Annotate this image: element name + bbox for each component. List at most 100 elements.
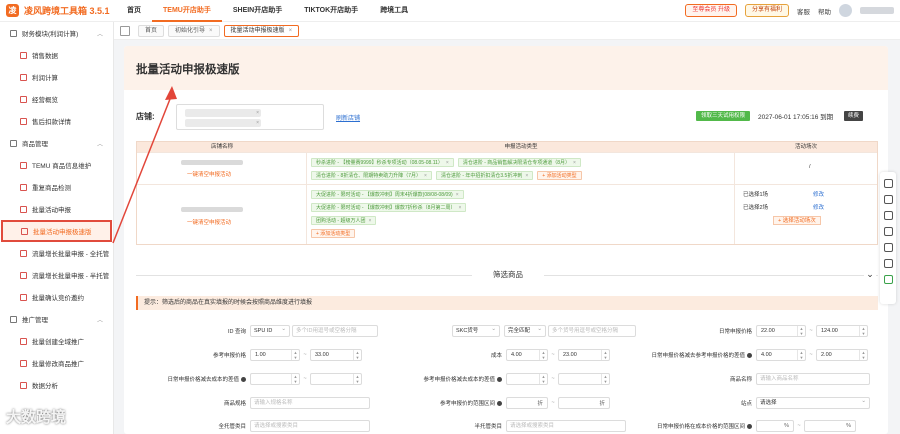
close-icon[interactable]: × [525, 173, 528, 179]
close-icon[interactable]: × [289, 28, 293, 34]
sidebar-item-batch-activity-fast[interactable]: 批量活动申报极速版 [1, 220, 112, 242]
daily-cost-diff-min[interactable]: ▲ ▼ [250, 373, 300, 385]
qrcode-icon[interactable] [883, 227, 893, 236]
ratio-max-input[interactable]: % [804, 420, 856, 432]
stepper-icon[interactable]: ▲ ▼ [859, 350, 867, 360]
diff-max-input[interactable]: 2.00 ▲ ▼ [816, 349, 868, 361]
activity-chip[interactable]: 团购活动 - 超级万人团 × [311, 216, 377, 225]
wechat-icon[interactable] [883, 195, 893, 204]
skc-type-select[interactable]: SKC货号 [452, 324, 500, 337]
close-icon[interactable]: × [573, 160, 576, 166]
help-icon[interactable] [241, 377, 246, 382]
spec-input[interactable]: 请输入规格名称 [250, 397, 370, 409]
help-icon[interactable] [747, 424, 752, 429]
diff-min-input[interactable]: 4.00 ▲ ▼ [756, 349, 806, 361]
full-category-input[interactable]: 请选择或搜索类目 [250, 420, 370, 432]
skc-match-select[interactable]: 完全匹配 [504, 324, 546, 337]
stepper-icon[interactable]: ▲ ▼ [353, 350, 361, 360]
sidebar-item-duplicate[interactable]: 重复商品检测 [0, 176, 113, 198]
refresh-store-link[interactable]: 刷新店铺 [336, 113, 360, 122]
stepper-icon[interactable]: ▲ ▼ [797, 350, 805, 360]
stepper-icon[interactable]: ▲ ▼ [539, 374, 547, 384]
member-upgrade-button[interactable]: 至尊会员 升级 [685, 4, 737, 17]
trial-button[interactable]: 领取三天试用权限 [696, 111, 751, 121]
clear-activity-link[interactable]: 一键清空申报活动 [187, 218, 231, 226]
stepper-icon[interactable]: ▲ ▼ [797, 326, 805, 336]
stepper-icon[interactable]: ▲ ▼ [291, 350, 299, 360]
sidebar-item-sales[interactable]: 销售数据 [0, 44, 113, 66]
close-icon[interactable]: × [456, 192, 459, 198]
close-icon[interactable]: × [424, 173, 427, 179]
sidebar-item-profit[interactable]: 利润计算 [0, 66, 113, 88]
sidebar-group-finance[interactable]: 财务模块(利润计算) ︿ [0, 22, 113, 44]
help-link[interactable]: 帮助 [818, 6, 831, 16]
ref-cost-diff-min[interactable]: ▲ ▼ [506, 373, 548, 385]
invite-button[interactable]: 分享有福利 [744, 4, 789, 17]
activity-chip[interactable]: 大促进阶 - 限时活动 - 【爆款冲刺】爆款7折秒杀（8月第二周） × [311, 203, 467, 212]
activity-chip[interactable]: 秒杀进阶 - 【榜量赛9999】秒杀专项活动（08.05-08.11） × [311, 158, 454, 167]
tab-init-guide[interactable]: 初始化引导 × [168, 24, 220, 37]
store-select[interactable]: × × [176, 104, 324, 130]
help-icon[interactable] [497, 377, 502, 382]
add-activity-button[interactable]: + 添加活动类型 [537, 171, 582, 180]
sidebar-item-batch-activity[interactable]: 批量活动申报 [0, 198, 113, 220]
tab-home[interactable]: 首页 [138, 24, 165, 37]
skc-input[interactable]: 多个货号用逗号或空格分隔 [548, 325, 636, 337]
activity-chip[interactable]: 大促进阶 - 限时活动 - 【爆款冲刺】周末4折爆款(08/08-08/09) × [311, 190, 464, 199]
settings-icon[interactable] [883, 259, 893, 268]
store-tag[interactable]: × [185, 119, 261, 127]
sidebar-item-overview[interactable]: 经营概览 [0, 88, 113, 110]
app-logo[interactable]: 凌 凌风跨境工具箱 3.5.1 [6, 4, 110, 17]
activity-chip[interactable]: 清仓进阶 - 8折清仓、限期特卖助力升降（7月） × [311, 171, 432, 180]
stepper-icon[interactable]: ▲ ▼ [353, 374, 361, 384]
grid-icon[interactable] [883, 211, 893, 220]
stepper-icon[interactable]: ▲ ▼ [539, 350, 547, 360]
ref-max-input[interactable]: 33.00 ▲ ▼ [310, 349, 362, 361]
daily-cost-diff-max[interactable]: ▲ ▼ [310, 373, 362, 385]
sidebar-item-refund[interactable]: 售后扣款详情 [0, 110, 113, 132]
sidebar-item-traffic-half[interactable]: 流量增长批量申报 - 半托管 [0, 264, 113, 286]
add-activity-button[interactable]: + 添加活动类型 [311, 229, 356, 238]
chevron-down-icon[interactable]: ⌄ [864, 269, 876, 281]
topnav-home[interactable]: 首页 [116, 0, 152, 22]
activity-chip[interactable]: 清仓进阶 - 年中招折扣清仓3.5折冲刺 × [435, 171, 534, 180]
sidebar-item-traffic-full[interactable]: 流量增长批量申报 - 全托管 [0, 242, 113, 264]
edit-session-link[interactable]: 修改 [813, 203, 824, 211]
daily-max-input[interactable]: 124.00 ▲ ▼ [816, 325, 868, 337]
cost-min-input[interactable]: 4.00 ▲ ▼ [506, 349, 548, 361]
edit-session-link[interactable]: 修改 [813, 190, 824, 198]
ref-cost-diff-max[interactable]: ▲ ▼ [558, 373, 610, 385]
user-icon[interactable] [883, 243, 893, 252]
cost-max-input[interactable]: 23.00 ▲ ▼ [558, 349, 610, 361]
topnav-tools[interactable]: 跨境工具 [369, 0, 419, 22]
help-icon[interactable] [497, 401, 502, 406]
sidebar-item-create-promo[interactable]: 批量创建全域推广 [0, 330, 113, 352]
headset-icon[interactable] [883, 179, 893, 188]
avatar[interactable] [839, 4, 852, 17]
discount-max-input[interactable]: 折 [558, 397, 610, 409]
service-link[interactable]: 客服 [797, 6, 810, 16]
activity-chip[interactable]: 清仓进阶 - 商品销售解决限清仓专项通道（8月） × [457, 158, 581, 167]
ratio-min-input[interactable]: % [756, 420, 794, 432]
help-icon[interactable] [747, 353, 752, 358]
close-icon[interactable]: × [209, 28, 213, 34]
choose-session-button[interactable]: + 选择活动场次 [773, 216, 821, 225]
sidebar-item-data-analysis[interactable]: 数据分析 [0, 374, 113, 396]
close-icon[interactable]: × [458, 205, 461, 211]
topnav-shein[interactable]: SHEIN开店助手 [222, 0, 293, 22]
stepper-icon[interactable]: ▲ ▼ [859, 326, 867, 336]
ref-min-input[interactable]: 1.00 ▲ ▼ [250, 349, 300, 361]
half-category-input[interactable]: 请选择或搜索类目 [506, 420, 626, 432]
stepper-icon[interactable]: ▲ ▼ [601, 374, 609, 384]
site-select[interactable]: 请选择 [756, 396, 870, 409]
shield-icon[interactable] [883, 275, 893, 284]
tab-batch-fast[interactable]: 批量活动申报极速版 × [223, 24, 300, 37]
discount-min-input[interactable]: 折 [506, 397, 548, 409]
topnav-temu[interactable]: TEMU开店助手 [152, 0, 222, 22]
close-icon[interactable]: × [446, 160, 449, 166]
store-tag[interactable]: × [185, 109, 261, 117]
stepper-icon[interactable]: ▲ ▼ [601, 350, 609, 360]
sidebar-item-temu-info[interactable]: TEMU 商品信息维护 [0, 154, 113, 176]
stepper-icon[interactable]: ▲ ▼ [291, 374, 299, 384]
sidebar-group-goods[interactable]: 商品管理 ︿ [0, 132, 113, 154]
